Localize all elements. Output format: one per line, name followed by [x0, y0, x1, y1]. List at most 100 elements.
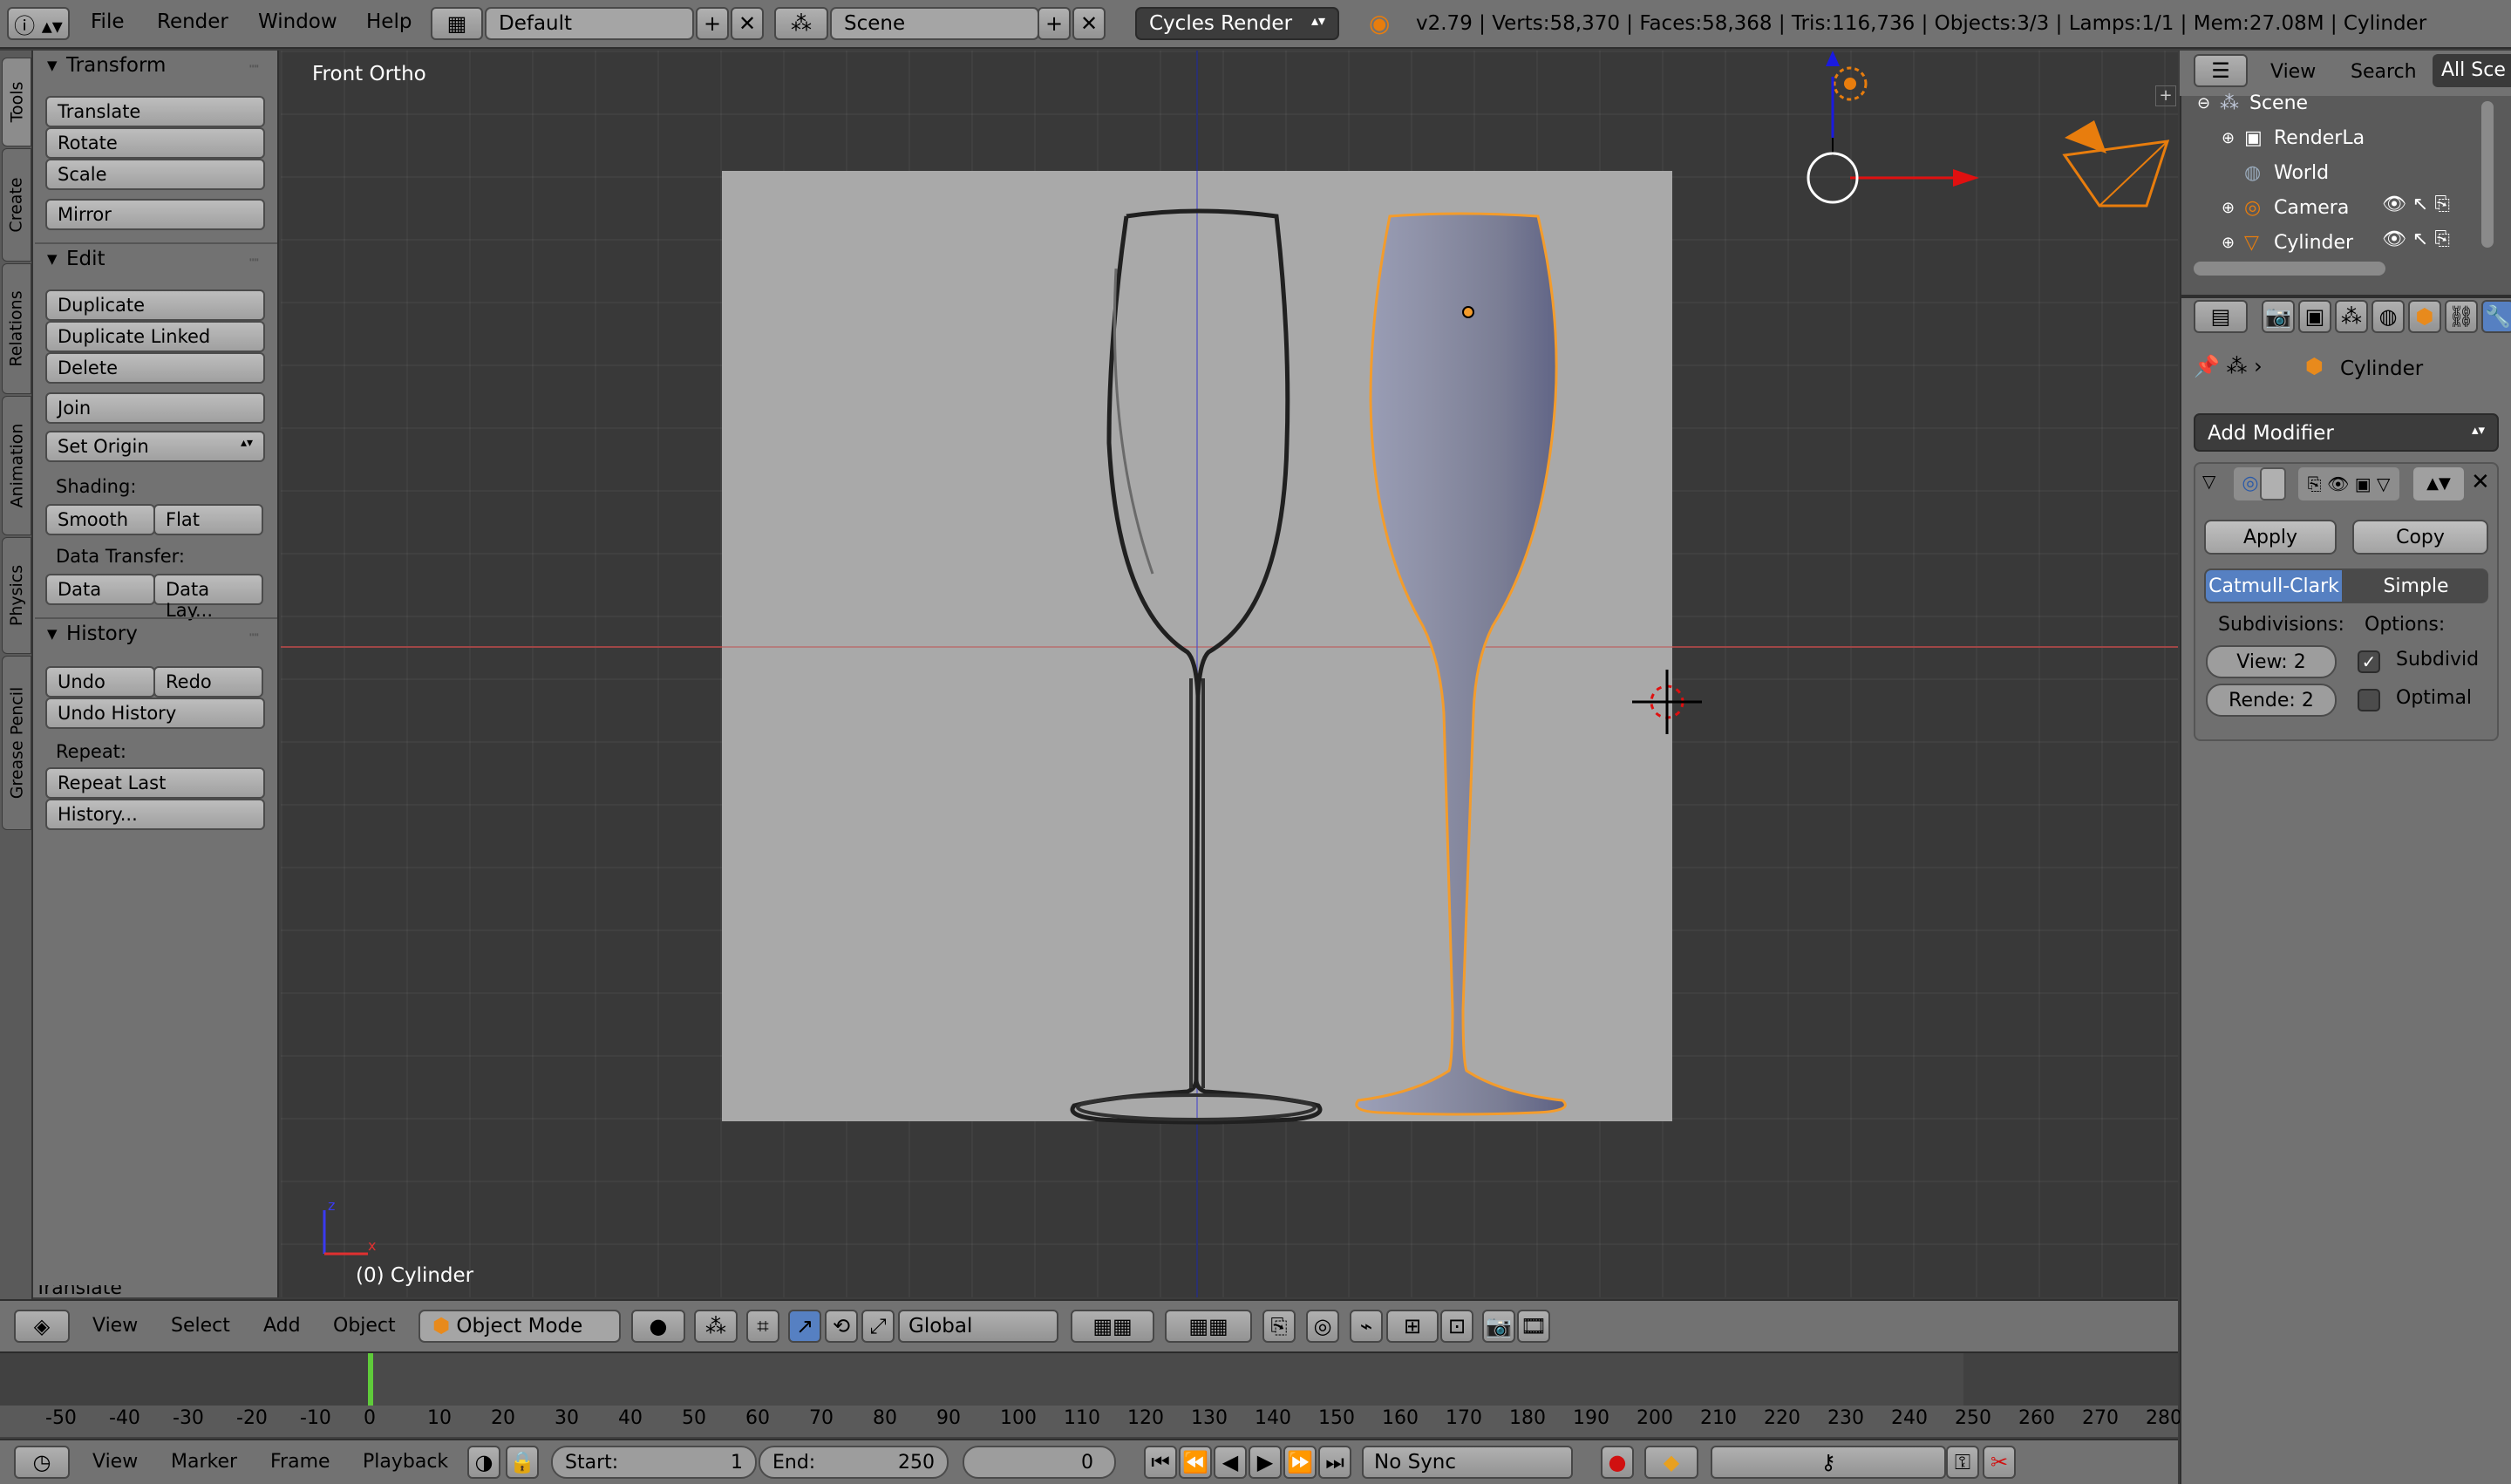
- layers-grid-icon[interactable]: ▦▦: [1071, 1310, 1154, 1343]
- outliner-vscrollbar[interactable]: [2481, 101, 2494, 248]
- render-engine-select[interactable]: Cycles Render ▴▾: [1135, 7, 1339, 40]
- keyframe-type-icon[interactable]: ◆: [1644, 1446, 1698, 1479]
- outliner-item-cylinder[interactable]: ⊕ ▽ Cylinder: [2222, 225, 2353, 260]
- render-animation-icon[interactable]: 🎞: [1517, 1310, 1550, 1343]
- constraints-tab-icon[interactable]: ⛓: [2445, 300, 2478, 333]
- remove-scene-icon[interactable]: ✕: [1072, 7, 1106, 40]
- outliner-filter-select[interactable]: All Sce: [2433, 54, 2511, 87]
- jump-keyframe-forward-icon[interactable]: ⏩: [1283, 1446, 1317, 1479]
- render-tab-icon[interactable]: 📷: [2262, 300, 2295, 333]
- duplicate-linked-button[interactable]: Duplicate Linked: [45, 321, 265, 352]
- render-still-icon[interactable]: 📷: [1482, 1310, 1515, 1343]
- scene-tab-icon[interactable]: ⁂: [2335, 300, 2368, 333]
- pin-icon[interactable]: 📌 ⁂ ›: [2194, 354, 2263, 378]
- undo-button[interactable]: Undo: [45, 666, 155, 698]
- set-origin-select[interactable]: Set Origin ▴▾: [45, 431, 265, 462]
- jump-keyframe-back-icon[interactable]: ⏪: [1179, 1446, 1212, 1479]
- optimal-display-checkbox[interactable]: [2358, 689, 2380, 711]
- operator-panel-title[interactable]: Translate: [35, 1285, 270, 1297]
- jump-start-icon[interactable]: ⏮: [1144, 1446, 1177, 1479]
- undo-history-button[interactable]: Undo History: [45, 698, 265, 729]
- modifiers-tab-icon[interactable]: 🔧: [2481, 300, 2511, 333]
- current-frame-field[interactable]: 0: [963, 1446, 1116, 1479]
- modifier-visibility-icon[interactable]: ⎘ 👁 ▣ ▽: [2298, 467, 2399, 500]
- modifier-name-field[interactable]: [2260, 467, 2286, 500]
- world-tab-icon[interactable]: ◍: [2372, 300, 2405, 333]
- collapse-modifier-icon[interactable]: ▽: [2202, 471, 2215, 492]
- layout-browse-icon[interactable]: ▦: [431, 7, 483, 40]
- transform-panel-title[interactable]: Transform: [66, 54, 166, 77]
- scale-button[interactable]: Scale: [45, 159, 265, 190]
- expand-properties-icon[interactable]: +: [2155, 85, 2176, 106]
- snap-icon[interactable]: ⌁: [1350, 1310, 1383, 1343]
- menu-playback[interactable]: Playback: [363, 1451, 448, 1473]
- menu-view[interactable]: View: [92, 1451, 138, 1473]
- visibility-eye-icon[interactable]: 👁 ↖ ⎘: [2382, 228, 2450, 250]
- smooth-button[interactable]: Smooth: [45, 504, 155, 535]
- expand-icon[interactable]: ⊕: [2222, 234, 2244, 252]
- play-reverse-icon[interactable]: ◀: [1214, 1446, 1247, 1479]
- outliner-hscrollbar[interactable]: [2194, 262, 2385, 276]
- manipulator-toggle-icon[interactable]: ⌗: [746, 1310, 779, 1343]
- pivot-point-icon[interactable]: ⁂: [694, 1310, 738, 1343]
- menu-add[interactable]: Add: [263, 1315, 301, 1337]
- catmull-clark-button[interactable]: Catmull-Clark: [2204, 568, 2344, 603]
- transform-gizmo[interactable]: [1807, 51, 1979, 204]
- drag-handle-icon[interactable]: ┉: [249, 251, 259, 269]
- redo-button[interactable]: Redo: [153, 666, 263, 698]
- simple-button[interactable]: Simple: [2344, 568, 2488, 603]
- editor-type-properties-icon[interactable]: ▤: [2194, 300, 2248, 333]
- history-panel-title[interactable]: History: [66, 623, 138, 645]
- outliner-item-renderlayers[interactable]: ⊕ ▣ RenderLa: [2222, 120, 2365, 155]
- menu-render[interactable]: Render: [157, 10, 228, 33]
- editor-type-outliner-icon[interactable]: ☰: [2194, 54, 2248, 87]
- keying-set-select[interactable]: ⚷: [1711, 1446, 1946, 1479]
- apply-button[interactable]: Apply: [2204, 520, 2337, 555]
- outliner-item-scene[interactable]: ⊖ ⁂ Scene: [2197, 85, 2308, 120]
- sync-mode-select[interactable]: No Sync: [1362, 1446, 1573, 1479]
- expand-icon[interactable]: ⊕: [2222, 129, 2244, 147]
- viewport-shading-icon[interactable]: ●: [631, 1310, 685, 1343]
- duplicate-button[interactable]: Duplicate: [45, 289, 265, 321]
- drag-handle-icon[interactable]: ┉: [249, 58, 259, 76]
- rotate-button[interactable]: Rotate: [45, 127, 265, 159]
- camera-object-icon[interactable]: [2062, 120, 2170, 208]
- proportional-edit-icon[interactable]: ◎: [1306, 1310, 1339, 1343]
- outliner-item-world[interactable]: ◍ World: [2244, 155, 2329, 190]
- end-frame-field[interactable]: End: 250: [759, 1446, 949, 1479]
- menu-help[interactable]: Help: [366, 10, 412, 33]
- menu-view[interactable]: View: [92, 1315, 138, 1337]
- remove-modifier-icon[interactable]: ✕: [2471, 469, 2490, 495]
- remove-layout-icon[interactable]: ✕: [731, 7, 764, 40]
- outliner-item-camera[interactable]: ⊕ ◎ Camera: [2222, 190, 2349, 225]
- render-layers-tab-icon[interactable]: ▣: [2298, 300, 2331, 333]
- subdivide-uvs-checkbox[interactable]: ✓: [2358, 650, 2380, 673]
- editor-type-timeline-icon[interactable]: ◷: [14, 1446, 70, 1479]
- layers-grid-icon[interactable]: ▦▦: [1165, 1310, 1252, 1343]
- snap-element-icon[interactable]: ⊞: [1386, 1310, 1439, 1343]
- render-levels-field[interactable]: Rende: 2: [2206, 684, 2337, 717]
- editor-type-info-icon[interactable]: ⓘ ▴▾: [7, 7, 70, 40]
- tab-animation[interactable]: Animation: [2, 396, 31, 535]
- menu-file[interactable]: File: [91, 10, 125, 33]
- 3d-cursor-icon[interactable]: [1632, 670, 1702, 734]
- delete-keyframe-icon[interactable]: ✂: [1983, 1446, 2016, 1479]
- play-icon[interactable]: ▶: [1249, 1446, 1282, 1479]
- lock-icon[interactable]: 🔒: [506, 1446, 539, 1479]
- move-modifier-icon[interactable]: ▲▼: [2413, 467, 2464, 500]
- flat-button[interactable]: Flat: [153, 504, 263, 535]
- selected-cylinder-object[interactable]: [1355, 212, 1567, 1116]
- menu-frame[interactable]: Frame: [270, 1451, 330, 1473]
- rotate-manipulator-icon[interactable]: ⟲: [825, 1310, 858, 1343]
- copy-button[interactable]: Copy: [2352, 520, 2488, 555]
- orientation-select[interactable]: Global: [898, 1310, 1058, 1343]
- lamp-icon[interactable]: [1832, 66, 1868, 155]
- menu-marker[interactable]: Marker: [171, 1451, 237, 1473]
- collapse-arrow-icon[interactable]: ▼: [47, 58, 58, 73]
- repeat-last-button[interactable]: Repeat Last: [45, 767, 265, 799]
- scale-manipulator-icon[interactable]: ⤢: [861, 1310, 895, 1343]
- snap-target-icon[interactable]: ⊡: [1440, 1310, 1473, 1343]
- insert-keyframe-icon[interactable]: ⚿: [1946, 1446, 1979, 1479]
- add-scene-icon[interactable]: +: [1038, 7, 1071, 40]
- scene-name-field[interactable]: Scene: [830, 7, 1039, 40]
